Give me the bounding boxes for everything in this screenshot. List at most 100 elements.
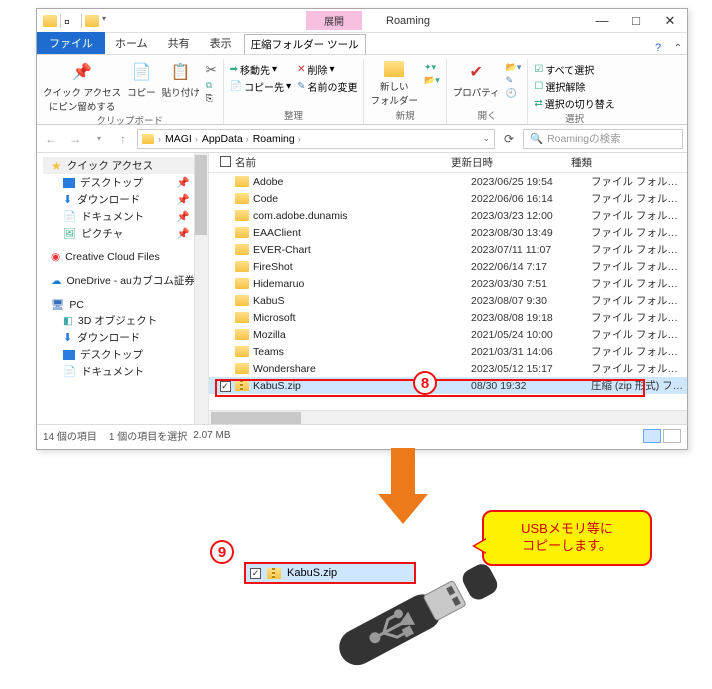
pc-icon: 🖥 [51,298,64,311]
properties-button[interactable]: ✔プロパティ [453,59,500,99]
sidebar-documents[interactable]: 📄ドキュメント📌 [43,208,208,225]
copy-button[interactable]: 📄コピー [127,59,156,99]
paste-label: 貼り付け [162,85,200,99]
newfolder-label: 新しい フォルダー [370,79,418,107]
scroll-thumb[interactable] [211,412,301,424]
file-type: ファイル フォルダー [591,208,687,223]
share-tab[interactable]: 共有 [158,32,200,54]
scroll-thumb[interactable] [195,155,207,235]
sidebar-scrollbar[interactable] [194,153,208,424]
pin-button[interactable]: 📌クイック アクセス にピン留めする [43,59,121,113]
sidebar-downloads2[interactable]: ⬇ダウンロード [43,329,208,346]
compressed-tools-tab[interactable]: 圧縮フォルダー ツール [244,34,366,54]
forward-button[interactable]: → [65,129,85,149]
list-item[interactable]: Hidemaruo2023/03/30 7:51ファイル フォルダー [209,275,687,292]
invert-selection-button[interactable]: ⇄ 選択の切り替え [534,96,614,111]
refresh-button[interactable]: ⟳ [499,132,519,146]
view-icons-button[interactable] [663,429,681,443]
minimize-button[interactable]: — [585,9,619,33]
list-item[interactable]: Mozilla2021/05/24 10:00ファイル フォルダー [209,326,687,343]
sidebar-desktop[interactable]: デスクトップ📌 [43,174,208,191]
qat-dropdown[interactable]: ▾ [102,14,116,28]
help-icon[interactable]: ? [647,42,669,54]
back-button[interactable]: ← [41,129,61,149]
nav-pane: ★クイック アクセス デスクトップ📌 ⬇ダウンロード📌 📄ドキュメント📌 🖼ピク… [37,153,209,424]
file-type: ファイル フォルダー [591,276,687,291]
paste-button[interactable]: 📋 貼り付け [162,59,200,99]
sidebar-3d[interactable]: ◧3D オブジェクト [43,312,208,329]
easy-access-button[interactable]: 📂▾ [424,75,440,86]
copy-to-button[interactable]: 📄 コピー先 ▾ [230,79,291,94]
view-tab[interactable]: 表示 [200,32,242,54]
file-tab[interactable]: ファイル [37,32,105,54]
addr-dropdown[interactable]: ⌄ [482,133,494,144]
open-button[interactable]: 📂▾ [506,62,522,73]
folder-icon [235,312,249,323]
list-item[interactable]: Adobe2023/06/25 19:54ファイル フォルダー [209,173,687,190]
properties-label: プロパティ [453,85,500,99]
collapse-ribbon-icon[interactable]: ⌃ [669,43,687,54]
sidebar-quick-access[interactable]: ★クイック アクセス [43,157,208,174]
folder-icon [235,210,249,221]
new-folder-button[interactable]: 新しい フォルダー [370,59,418,107]
sidebar-creative-cloud[interactable]: ◉Creative Cloud Files [43,250,208,264]
header-checkbox[interactable] [215,156,235,170]
qat-button[interactable]: ▫ [64,14,78,28]
select-none-button[interactable]: ☐ 選択解除 [534,79,614,94]
list-item[interactable]: Microsoft2023/08/08 19:18ファイル フォルダー [209,309,687,326]
list-item[interactable]: com.adobe.dunamis2023/03/23 12:00ファイル フォ… [209,207,687,224]
crumb-0[interactable]: MAGI [165,133,192,145]
sidebar-desktop2[interactable]: デスクトップ [43,346,208,363]
file-date: 2021/05/24 10:00 [471,329,591,341]
cut-button[interactable]: ✂ [206,62,217,78]
sidebar-pc[interactable]: 🖥PC [43,297,208,312]
crumb-2[interactable]: Roaming [253,133,295,145]
list-item[interactable]: Wondershare2023/05/12 15:17ファイル フォルダー [209,360,687,377]
moveto-icon: ➡ [230,64,238,75]
sidebar-onedrive[interactable]: ☁OneDrive - auカブコム証券 [43,272,208,289]
edit-button[interactable]: ✎ [506,75,522,86]
list-item[interactable]: ✓KabuS.zip08/30 19:32圧縮 (zip 形式) フォ... [209,377,687,394]
separator [81,14,82,28]
copy-path-button[interactable]: ⧉ [206,80,217,91]
usb-drive-illustration [302,558,522,678]
paste-icon: 📋 [170,61,192,83]
up-button[interactable]: ↑ [113,129,133,149]
delete-button[interactable]: ✕ 削除 ▾ [297,62,357,77]
home-tab[interactable]: ホーム [105,32,158,54]
move-to-button[interactable]: ➡ 移動先 ▾ [230,62,291,77]
list-item[interactable]: Code2022/06/06 16:14ファイル フォルダー [209,190,687,207]
select-all-button[interactable]: ☑ すべて選択 [534,62,614,77]
search-box[interactable]: 🔍 Roamingの検索 [523,129,683,149]
address-bar[interactable]: › MAGI› AppData› Roaming› ⌄ [137,129,495,149]
paste-shortcut-button[interactable]: ⎘ [206,93,217,104]
col-name[interactable]: 名前 [235,155,451,170]
recent-dropdown[interactable]: ▾ [89,129,109,149]
onedrive-icon: ☁ [51,275,62,287]
view-details-button[interactable] [643,429,661,443]
sidebar-documents2[interactable]: 📄ドキュメント [43,363,208,380]
new-item-button[interactable]: ✦▾ [424,62,440,73]
col-date[interactable]: 更新日時 [451,155,571,170]
list-item[interactable]: FireShot2022/06/14 7:17ファイル フォルダー [209,258,687,275]
crumb-1[interactable]: AppData [202,133,243,145]
maximize-button[interactable]: □ [619,9,653,33]
list-item[interactable]: EVER-Chart2023/07/11 11:07ファイル フォルダー [209,241,687,258]
sidebar-item-label: クイック アクセス [67,158,153,173]
list-item[interactable]: Teams2021/03/31 14:06ファイル フォルダー [209,343,687,360]
sidebar-downloads[interactable]: ⬇ダウンロード📌 [43,191,208,208]
list-item[interactable]: KabuS2023/08/07 9:30ファイル フォルダー [209,292,687,309]
organize-group: ➡ 移動先 ▾ 📄 コピー先 ▾ ✕ 削除 ▾ ✎ 名前の変更 整理 [224,59,365,124]
new-group: 新しい フォルダー ✦▾ 📂▾ 新規 [364,59,446,124]
chevron-icon: › [158,134,161,144]
list-item[interactable]: EAAClient2023/08/30 13:49ファイル フォルダー [209,224,687,241]
rename-button[interactable]: ✎ 名前の変更 [297,79,357,94]
rows-container: Adobe2023/06/25 19:54ファイル フォルダーCode2022/… [209,173,687,394]
sidebar-pictures[interactable]: 🖼ピクチャ📌 [43,225,208,242]
checkbox-icon[interactable]: ✓ [220,381,231,392]
history-button[interactable]: 🕘 [506,88,522,99]
addr-folder-icon [142,134,154,144]
close-button[interactable]: ✕ [653,9,687,33]
horizontal-scrollbar[interactable] [209,410,687,424]
col-type[interactable]: 種類 [571,155,687,170]
